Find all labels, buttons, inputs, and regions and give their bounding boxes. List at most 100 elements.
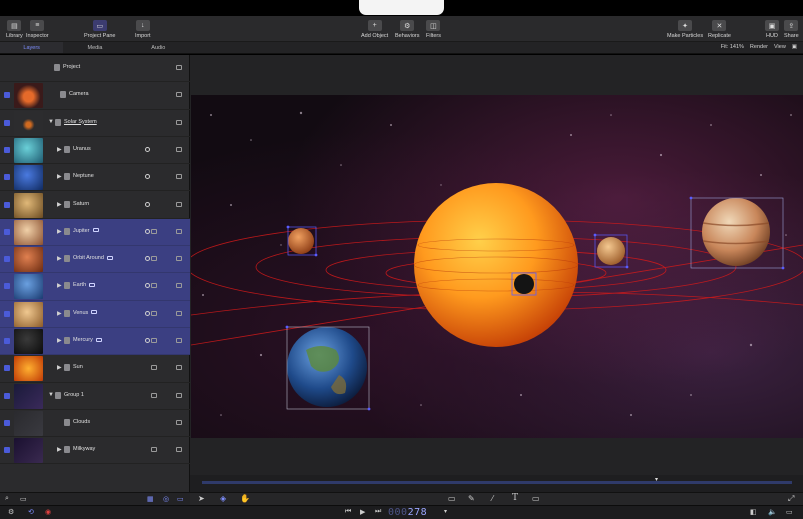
lock-icon[interactable] <box>176 283 182 289</box>
play-button[interactable]: ▶ <box>360 508 365 516</box>
layer-row[interactable]: ▼ Group 1 <box>0 383 190 410</box>
layer-row[interactable]: Camera <box>0 82 190 110</box>
behavior-indicator-icon[interactable] <box>145 283 150 289</box>
timeline-toggle-icon[interactable]: ▭ <box>786 508 793 516</box>
mini-timeline[interactable]: ▾ <box>190 475 803 492</box>
lock-icon[interactable] <box>176 119 182 125</box>
filters-button[interactable]: ◫ Filters <box>426 20 441 39</box>
disclosure-closed-icon[interactable]: ▶ <box>57 146 62 153</box>
inspector-button[interactable]: ≡ Inspector <box>26 20 49 39</box>
lock-icon[interactable] <box>176 310 182 316</box>
fullscreen-icon[interactable]: ⤢ <box>788 494 794 504</box>
layer-visibility-checkbox[interactable] <box>4 228 10 235</box>
layer-row[interactable]: ▶ Mercury <box>0 328 190 356</box>
lock-icon[interactable] <box>176 365 182 371</box>
lock-icon[interactable] <box>176 392 182 398</box>
mask-icon[interactable] <box>151 392 157 398</box>
layer-visibility-checkbox[interactable] <box>4 447 10 454</box>
layer-row[interactable]: Project <box>0 55 190 83</box>
mask-icon[interactable] <box>151 447 157 453</box>
jupiter-planet[interactable] <box>702 198 770 266</box>
layer-row[interactable]: ▼ Solar System <box>0 110 190 137</box>
layer-visibility-checkbox[interactable] <box>4 256 10 263</box>
timecode-menu-icon[interactable]: ▾ <box>444 508 447 515</box>
layer-row[interactable]: Clouds <box>0 410 190 438</box>
layer-row[interactable]: ▶ Uranus <box>0 137 190 165</box>
render-menu[interactable]: Render <box>750 44 768 50</box>
viewer-layout-icon[interactable]: ▣ <box>792 44 797 50</box>
library-button[interactable]: ▤ Library <box>6 20 23 39</box>
lock-icon[interactable] <box>176 65 182 70</box>
layer-visibility-checkbox[interactable] <box>4 146 10 153</box>
disclosure-closed-icon[interactable]: ▶ <box>57 364 62 371</box>
mercury-planet[interactable] <box>514 274 534 294</box>
layer-visibility-checkbox[interactable] <box>4 392 10 399</box>
layer-row[interactable]: ▶ Neptune <box>0 164 190 192</box>
behavior-indicator-icon[interactable] <box>145 310 150 316</box>
mask-icon[interactable] <box>151 310 157 316</box>
layer-visibility-checkbox[interactable] <box>4 119 10 126</box>
behavior-indicator-icon[interactable] <box>145 228 150 234</box>
venus-planet[interactable] <box>288 228 314 254</box>
behavior-indicator-icon[interactable] <box>145 338 150 343</box>
mask-icon[interactable] <box>151 338 157 343</box>
lock-icon[interactable] <box>176 146 182 152</box>
lock-icon[interactable] <box>176 338 182 343</box>
make-particles-button[interactable]: ✦ Make Particles <box>667 20 703 39</box>
go-to-start-icon[interactable]: ⏮ <box>345 508 351 516</box>
go-to-end-icon[interactable]: ⏭ <box>375 508 381 516</box>
disclosure-closed-icon[interactable]: ▶ <box>57 446 62 453</box>
audio-icon[interactable]: 🔈 <box>768 508 777 516</box>
timecode-display[interactable]: 000278 <box>388 507 427 518</box>
disclosure-closed-icon[interactable]: ▶ <box>57 228 62 235</box>
hud-button[interactable]: ▣ HUD <box>765 20 779 39</box>
layer-grid-icon[interactable]: ▦ <box>147 495 154 503</box>
mask-tool-icon[interactable]: ▭ <box>532 494 540 503</box>
layer-visibility-checkbox[interactable] <box>4 419 10 426</box>
layer-visibility-checkbox[interactable] <box>4 365 10 372</box>
layer-visibility-checkbox[interactable] <box>4 201 10 208</box>
layer-list-icon[interactable]: ◎ <box>163 495 169 503</box>
fit-zoom-menu[interactable]: Fit: 141% <box>721 44 744 50</box>
disclosure-closed-icon[interactable]: ▶ <box>57 337 62 344</box>
layer-thumb-icon[interactable]: ▭ <box>177 495 184 503</box>
layer-row[interactable]: ▶ Orbit Around <box>0 246 190 274</box>
disclosure-closed-icon[interactable]: ▶ <box>57 173 62 180</box>
pan-tool-icon[interactable]: ✋ <box>240 494 250 503</box>
search-icon[interactable]: ⌕ <box>5 495 9 503</box>
timing-pane-icon[interactable]: ◧ <box>750 508 757 516</box>
canvas-viewer[interactable] <box>191 95 803 438</box>
mask-icon[interactable] <box>151 228 157 234</box>
paint-tool-icon[interactable]: ⁄ <box>492 494 493 503</box>
import-button[interactable]: ↓ Import <box>135 20 151 39</box>
layer-visibility-checkbox[interactable] <box>4 283 10 290</box>
layer-row[interactable]: ▶ Milkyway <box>0 437 190 465</box>
replicate-button[interactable]: ✕ Replicate <box>708 20 731 39</box>
tab-layers[interactable]: Layers <box>0 42 64 53</box>
mask-icon[interactable] <box>151 256 157 262</box>
behavior-indicator-icon[interactable] <box>145 146 150 152</box>
lock-icon[interactable] <box>176 256 182 262</box>
timeline-track[interactable] <box>202 481 792 484</box>
disclosure-closed-icon[interactable]: ▶ <box>57 282 62 289</box>
sun-planet[interactable] <box>414 183 578 347</box>
lock-icon[interactable] <box>176 447 182 453</box>
mask-icon[interactable] <box>151 365 157 371</box>
add-object-button[interactable]: + Add Object <box>361 20 388 39</box>
lock-icon[interactable] <box>176 174 182 180</box>
behavior-indicator-icon[interactable] <box>145 174 150 180</box>
layer-visibility-checkbox[interactable] <box>4 174 10 181</box>
playhead-marker[interactable]: ▾ <box>655 476 658 483</box>
text-tool-icon[interactable]: T <box>512 493 518 503</box>
layer-row[interactable]: ▶ Sun <box>0 355 190 383</box>
select-tool-icon[interactable]: ➤ <box>198 494 205 503</box>
layer-row[interactable]: ▶ Jupiter <box>0 218 190 247</box>
behavior-indicator-icon[interactable] <box>145 256 150 262</box>
shape-tool-icon[interactable]: ▭ <box>448 494 456 503</box>
disclosure-closed-icon[interactable]: ▶ <box>57 255 62 262</box>
layer-visibility-checkbox[interactable] <box>4 310 10 317</box>
record-icon[interactable]: ◉ <box>45 508 51 516</box>
mask-icon[interactable] <box>151 283 157 289</box>
pen-tool-icon[interactable]: ✎ <box>468 494 475 503</box>
disclosure-open-icon[interactable]: ▼ <box>48 392 54 398</box>
